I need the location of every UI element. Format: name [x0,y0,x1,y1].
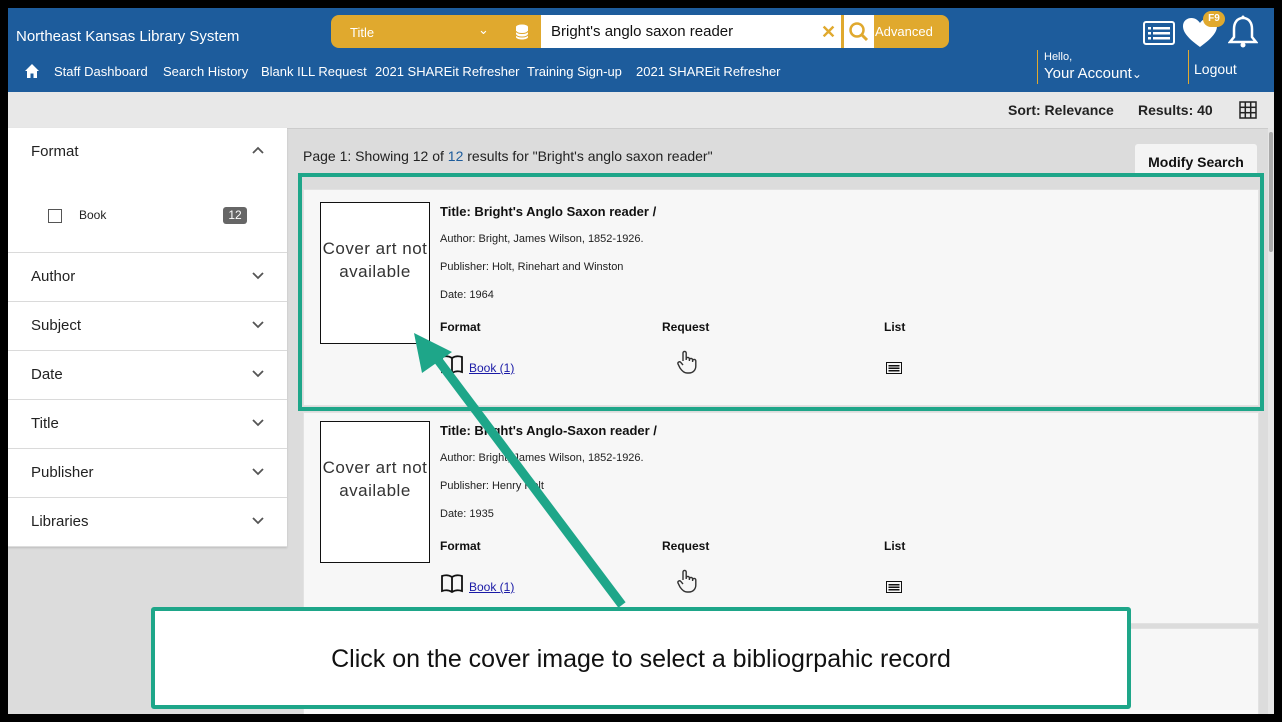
facet-label: Subject [31,317,82,334]
facet-author[interactable]: Author [8,253,287,302]
request-hand-icon[interactable] [676,569,698,593]
chevron-down-icon[interactable] [252,368,264,378]
logout-link[interactable]: Logout [1194,61,1237,77]
search-input[interactable] [541,15,841,48]
scrollbar-thumb[interactable] [1269,132,1273,252]
page-info-prefix: Page 1: Showing [303,148,409,164]
result-record: Cover art not available Title: Bright's … [303,412,1259,624]
nav-search-history[interactable]: Search History [163,64,248,79]
chevron-down-icon[interactable] [252,466,264,476]
format-book-checkbox[interactable] [48,209,62,223]
record-publisher: Publisher: Henry Holt [440,480,544,492]
account-menu[interactable]: Your Account⌄ [1044,65,1142,82]
format-heading: Format [440,539,481,553]
app-window: Northeast Kansas Library System Title ⌄ … [0,0,1282,722]
facet-label: Libraries [31,513,89,530]
grid-view-icon[interactable] [1239,101,1257,119]
facet-label: Publisher [31,464,94,481]
record-date: Date: 1935 [440,508,494,520]
advanced-search-button[interactable]: Advanced [875,24,933,39]
search-type-label: Title [350,25,375,40]
nav-blank-ill-request[interactable]: Blank ILL Request [261,64,367,79]
facet-subject[interactable]: Subject [8,302,287,351]
total-count: 12 [447,148,464,164]
search-button[interactable] [843,15,874,48]
add-to-list-icon[interactable] [886,581,902,593]
favorites-badge: F9 [1203,11,1225,27]
cover-image[interactable]: Cover art not available [320,421,430,563]
format-book-label[interactable]: Book [79,208,106,222]
chevron-down-icon[interactable] [252,417,264,427]
chevron-up-icon[interactable] [252,145,264,155]
hello-label: Hello, [1044,51,1073,63]
top-header: Northeast Kansas Library System Title ⌄ … [8,8,1274,92]
search-bar: Title ⌄ ✕ Advanced [331,15,949,48]
tutorial-callout: Click on the cover image to select a bib… [151,607,1131,709]
highlight-box [298,173,1264,411]
clear-search-icon[interactable]: ✕ [821,22,836,43]
facet-publisher[interactable]: Publisher [8,449,287,498]
record-author: Author: Bright, James Wilson, 1852-1926. [440,452,644,464]
search-icon [849,22,869,42]
nav-shareit-refresher[interactable]: 2021 SHAREit Refresher [375,64,520,79]
bell-icon[interactable] [1228,15,1258,49]
callout-text: Click on the cover image to select a bib… [331,645,951,673]
list-icon[interactable] [1143,21,1175,45]
record-title[interactable]: Title: Bright's Anglo-Saxon reader / [440,423,657,438]
chevron-down-icon[interactable] [252,270,264,280]
facet-title[interactable]: Title [8,400,287,449]
facet-sidebar: Format Book 12 Author Subject Date Title [8,128,287,547]
facet-label: Date [31,366,63,383]
app-title[interactable]: Northeast Kansas Library System [16,28,239,45]
shown-count: 12 [412,148,429,164]
results-count: Results: 40 [1138,102,1213,118]
chevron-down-icon: ⌄ [478,22,489,37]
request-heading: Request [662,539,710,553]
nav-staff-dashboard[interactable]: Staff Dashboard [54,64,148,79]
database-icon[interactable] [515,24,529,40]
chevron-down-icon[interactable] [252,319,264,329]
of-label: of [432,148,444,164]
chevron-down-icon[interactable] [252,515,264,525]
page-info-suffix: results for "Bright's anglo saxon reader… [467,148,713,164]
separator [1037,50,1038,84]
book-icon [441,574,463,593]
modify-search-button[interactable]: Modify Search [1135,144,1257,176]
facet-label: Title [31,415,59,432]
nav-shareit-refresher-2[interactable]: 2021 SHAREit Refresher [636,64,781,79]
list-heading: List [884,539,906,553]
sort-selector[interactable]: Sort: Relevance [1008,102,1114,118]
search-type-select[interactable]: Title ⌄ [331,15,501,48]
facet-date[interactable]: Date [8,351,287,400]
format-book-count: 12 [223,207,247,224]
sort-bar: Sort: Relevance Results: 40 [8,92,1274,129]
page-info: Page 1: Showing 12 of 12 results for "Br… [303,148,713,164]
facet-label: Author [31,268,76,285]
chevron-down-icon: ⌄ [1131,67,1142,81]
facet-format-label[interactable]: Format [31,143,79,160]
facet-libraries[interactable]: Libraries [8,498,287,547]
nav-training-signup[interactable]: Training Sign-up [527,64,622,79]
home-icon[interactable] [24,63,40,79]
format-book-link[interactable]: Book (1) [469,580,514,594]
facet-format: Format Book 12 [8,128,287,253]
separator [1188,50,1189,84]
account-label: Your Account [1044,65,1132,82]
